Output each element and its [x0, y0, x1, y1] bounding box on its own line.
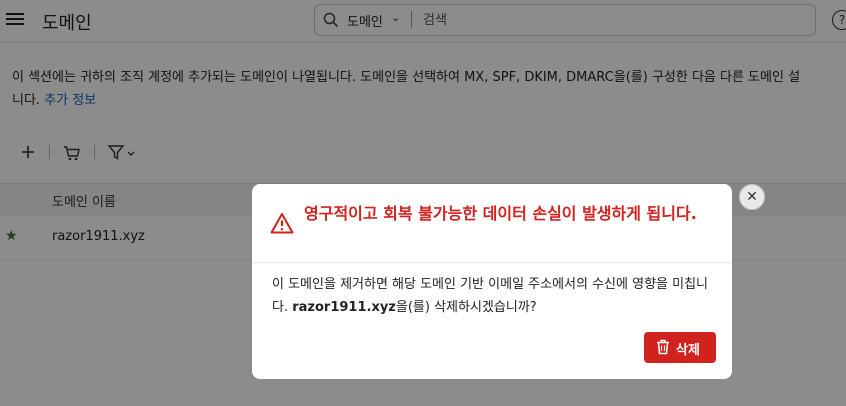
warning-icon [270, 213, 294, 234]
trash-icon [657, 339, 669, 355]
delete-button-label: 삭제 [676, 343, 700, 358]
dialog-header: 영구적이고 회복 불가능한 데이터 손실이 발생하게 됩니다. [252, 184, 732, 263]
delete-button[interactable]: 삭제 [644, 332, 716, 363]
dialog-title: 영구적이고 회복 불가능한 데이터 손실이 발생하게 됩니다. [304, 204, 697, 223]
close-dialog-button[interactable]: ✕ [739, 184, 765, 210]
dialog-message: 이 도메인을 제거하면 해당 도메인 기반 이메일 주소에서의 수신에 영향을 … [272, 277, 709, 315]
target-domain: razor1911.xyz [292, 300, 396, 315]
delete-domain-dialog: 영구적이고 회복 불가능한 데이터 손실이 발생하게 됩니다. 이 도메인을 제… [252, 184, 732, 379]
